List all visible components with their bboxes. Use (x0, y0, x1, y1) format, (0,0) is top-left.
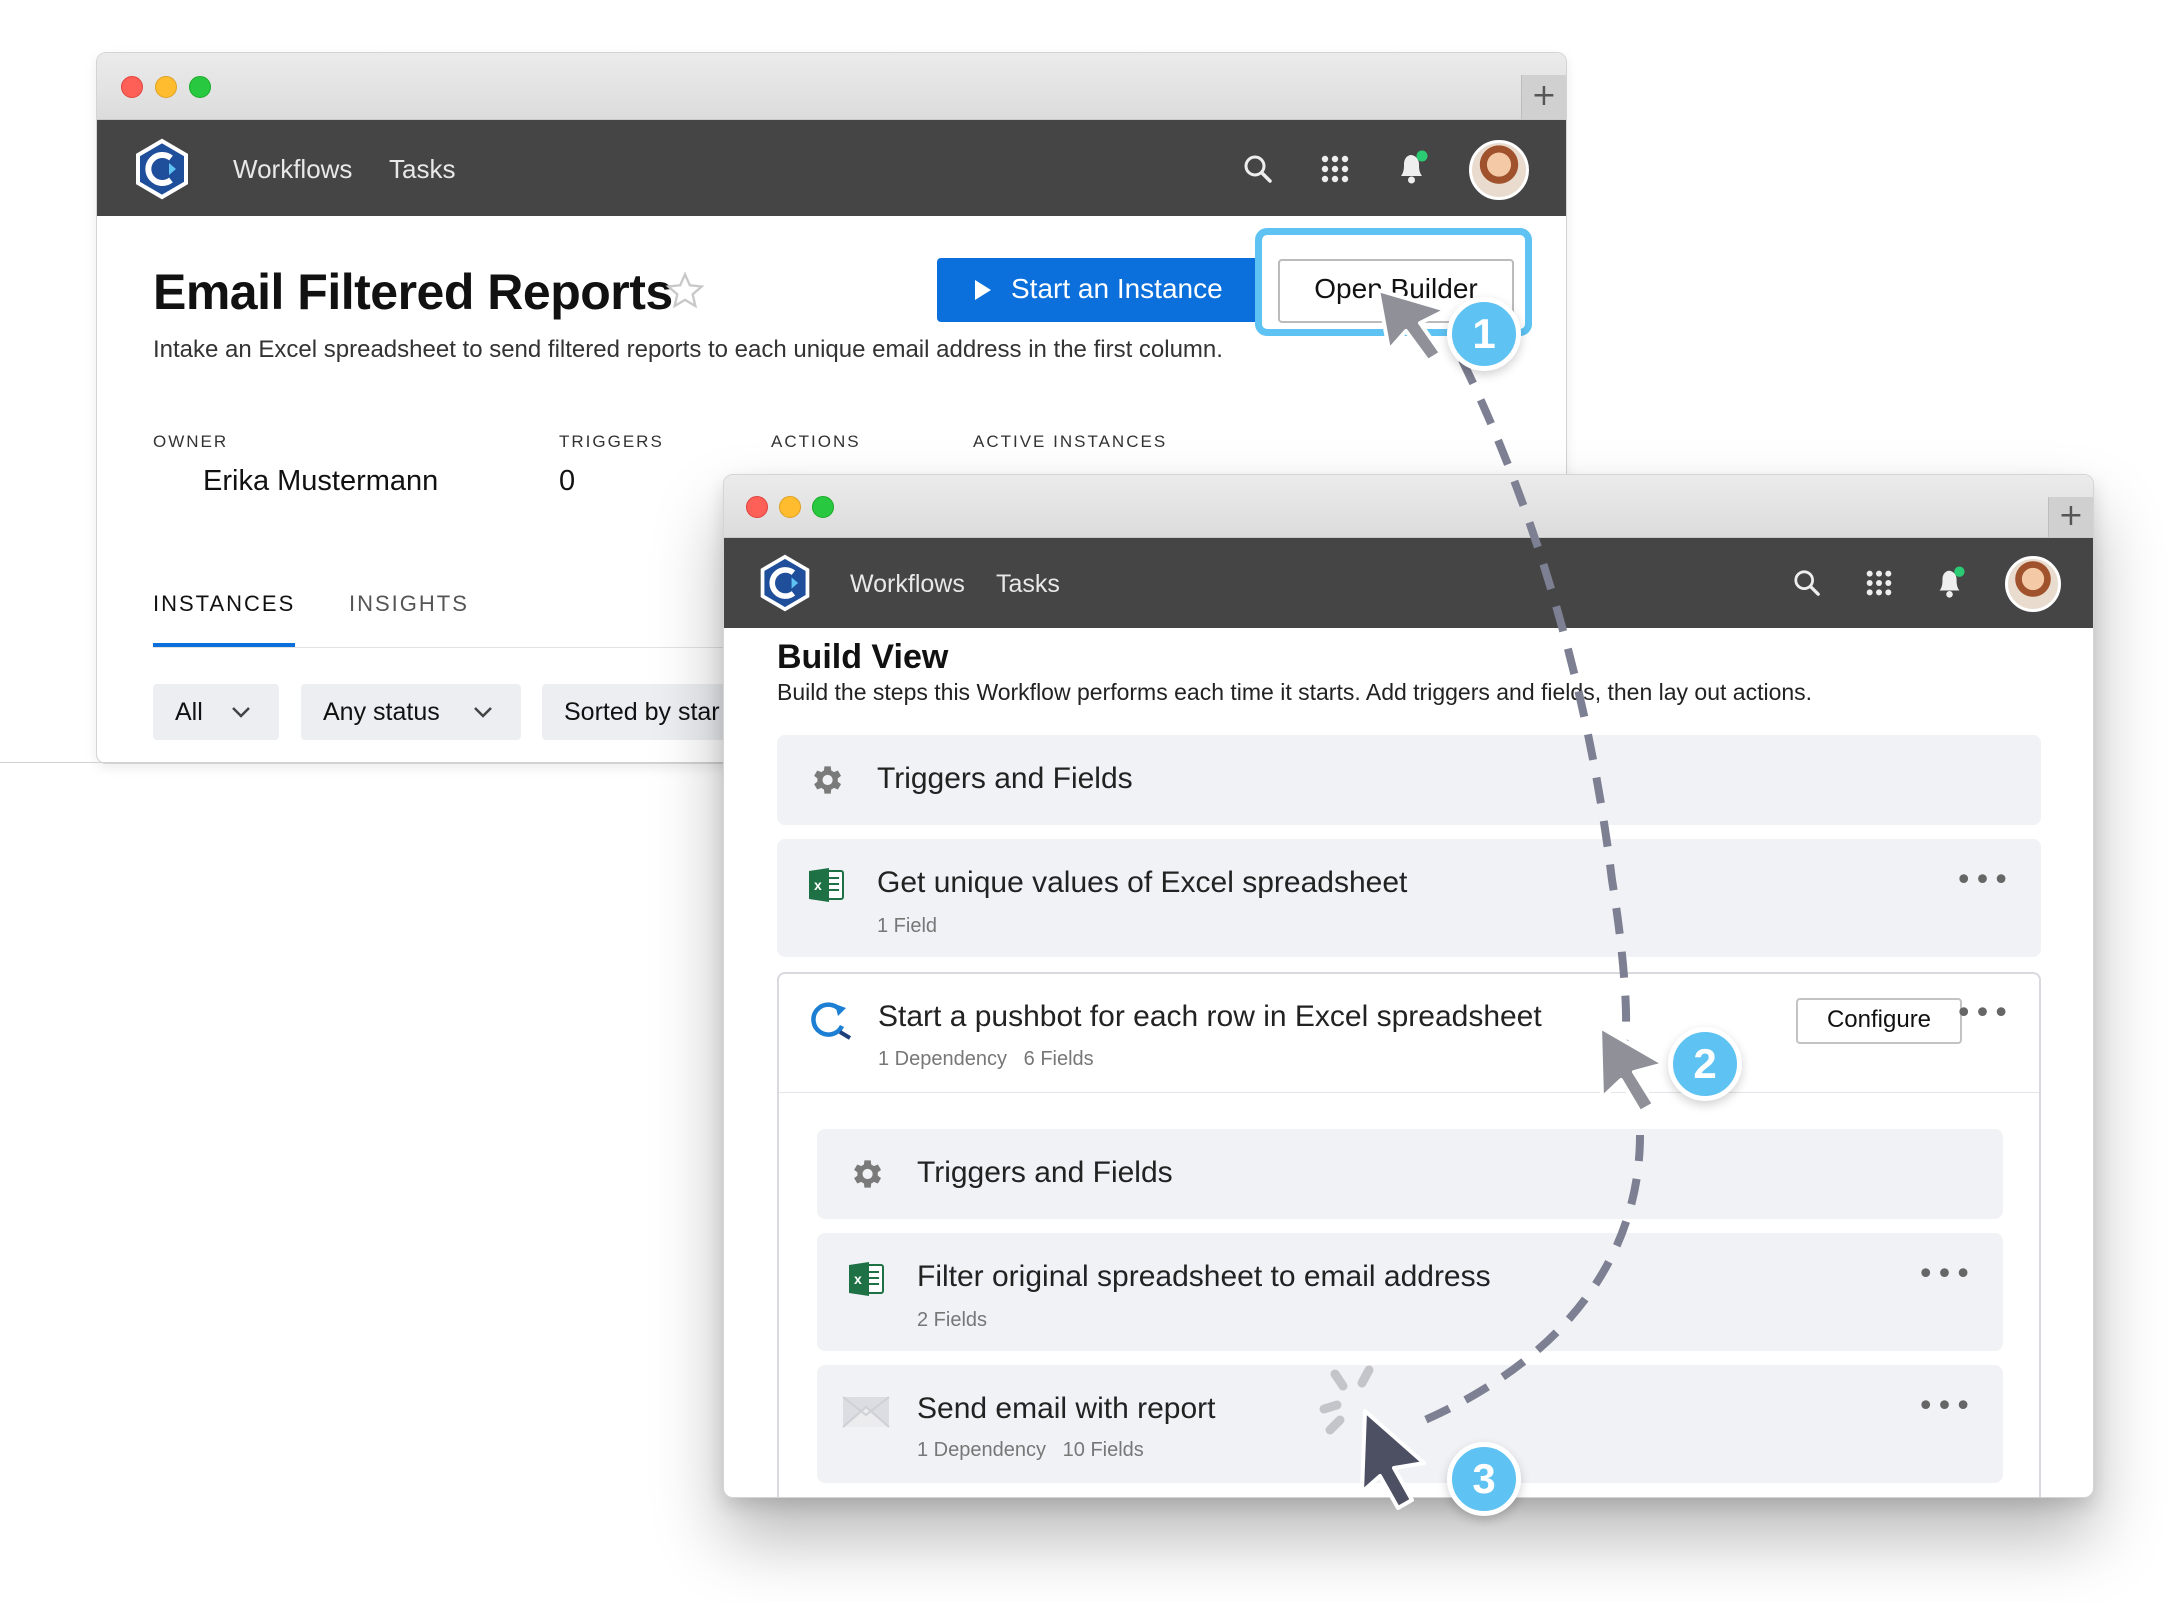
cursor-icon (1376, 288, 1448, 363)
dashed-path-to-pushbot (1458, 358, 1631, 1041)
step-badge-1: 1 (1447, 297, 1521, 371)
step-badge-3: 3 (1447, 1442, 1521, 1516)
annotation-overlay (1319, 288, 1666, 1510)
click-burst-icon (1319, 1365, 1374, 1435)
cursor-icon (1360, 1409, 1426, 1510)
cursor-icon (1598, 1025, 1666, 1114)
step-badge-2: 2 (1668, 1027, 1742, 1101)
dashed-path-to-email (1423, 1134, 1644, 1424)
